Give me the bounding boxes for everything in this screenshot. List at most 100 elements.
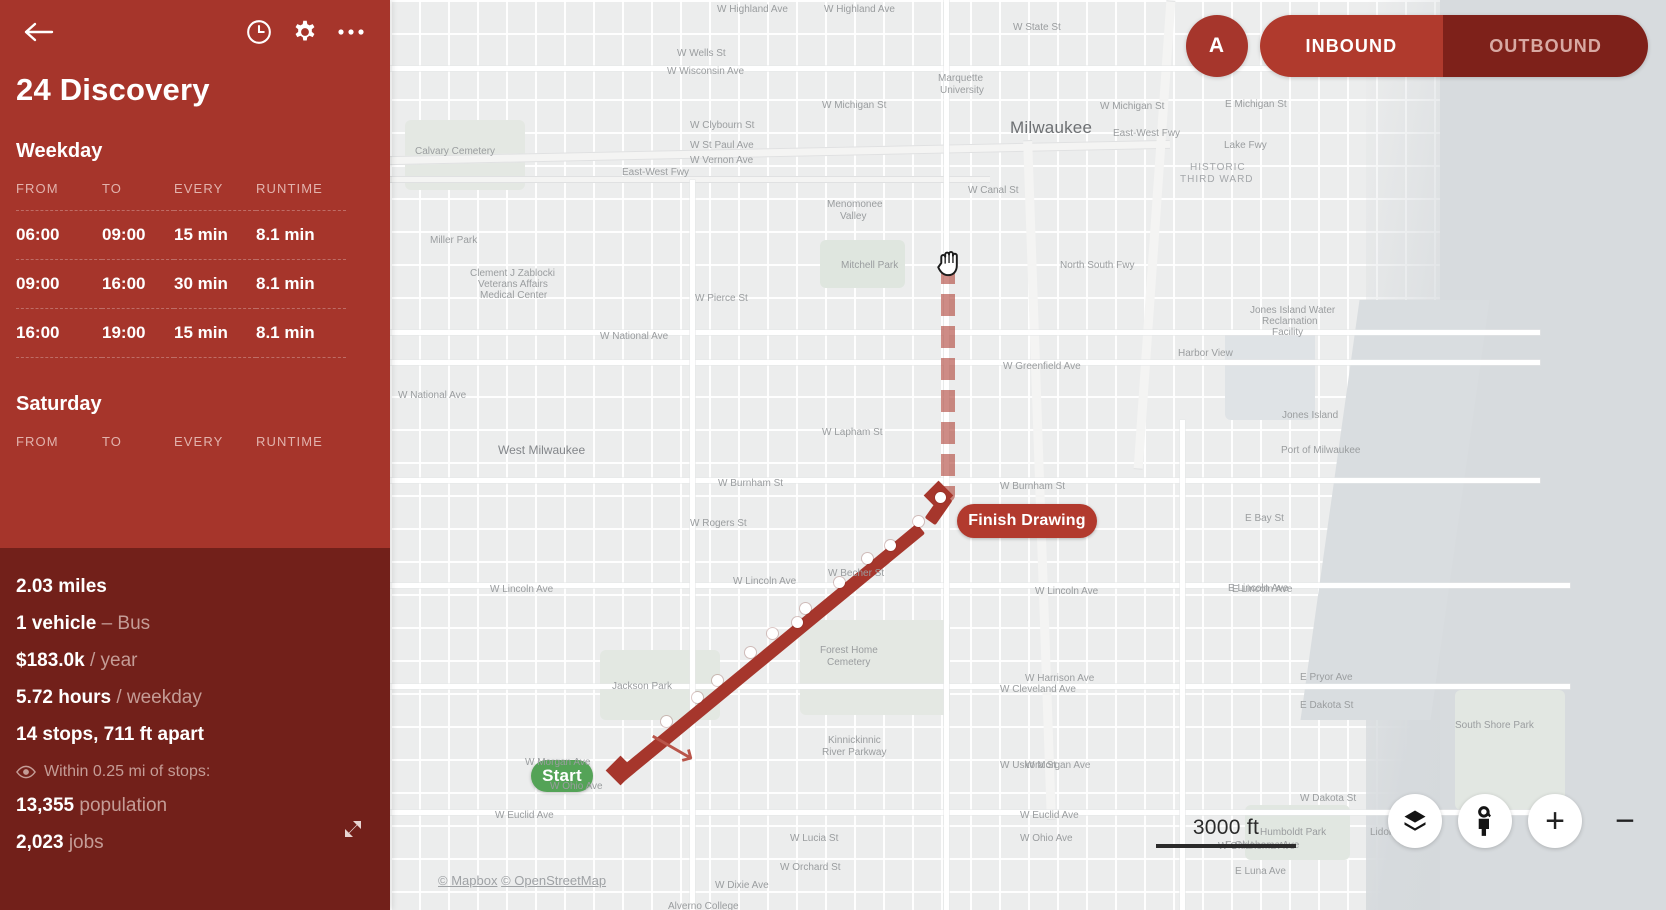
map-place-label: Clement J Zablocki xyxy=(470,268,556,279)
map-place-label: E Bay St xyxy=(1245,513,1284,524)
stat-vehicles-value: 1 vehicle xyxy=(16,613,97,634)
settings-button[interactable] xyxy=(282,9,328,55)
route-stop-marker[interactable] xyxy=(885,540,896,551)
route-stop-marker[interactable] xyxy=(712,675,723,686)
schedule-row-divider xyxy=(16,357,346,359)
schedule-groups: Weekday FROM TO EVERY RUNTIME 06:00 09:00 15 mi… xyxy=(16,108,374,463)
layers-icon xyxy=(1404,810,1426,831)
map-park-area xyxy=(820,240,905,288)
schedule-row[interactable]: 16:00 19:00 15 min 8.1 min xyxy=(16,308,346,358)
back-button[interactable] xyxy=(16,9,62,55)
map-place-label: W Michigan St xyxy=(822,100,887,111)
finish-drawing-button[interactable]: Finish Drawing xyxy=(957,504,1097,538)
stat-cost: $183.0k / year xyxy=(16,642,374,679)
map-place-label: W Orchard St xyxy=(780,862,841,873)
map-place-label: W Rogers St xyxy=(690,518,747,529)
schedule-group-title: Saturday xyxy=(16,392,102,415)
more-options-button[interactable] xyxy=(328,9,374,55)
street-view-button[interactable] xyxy=(1458,794,1512,848)
map-place-label: W Clybourn St xyxy=(690,120,755,131)
pattern-badge-a[interactable]: A xyxy=(1185,15,1248,77)
schedule-scroll-region[interactable]: Weekday FROM TO EVERY RUNTIME 06:00 09:00 15 mi… xyxy=(0,108,390,548)
map-place-label: E Luna Ave xyxy=(1235,866,1286,877)
transit-route-editor-app: ⟶ Start Finish Drawing Milwaukee West Mil… xyxy=(0,0,1666,910)
route-stop-marker[interactable] xyxy=(913,516,924,527)
stat-cost-value: $183.0k xyxy=(16,650,85,671)
map-attribution: © Mapbox © OpenStreetMap xyxy=(438,873,606,888)
zoom-out-button[interactable]: − xyxy=(1598,794,1652,848)
map-place-label: W Wells St xyxy=(677,48,726,59)
stat-stops: 14 stops, 711 ft apart xyxy=(16,716,374,753)
map-arterial-road xyxy=(390,684,1570,689)
map-place-label: W National Ave xyxy=(398,390,467,401)
stat-population: 13,355 population xyxy=(16,787,374,824)
schedule-history-button[interactable] xyxy=(236,9,282,55)
stat-population-label: population xyxy=(79,795,168,816)
coverage-toggle[interactable]: Within 0.25 mi of stops: xyxy=(16,753,374,787)
direction-toggle: INBOUND OUTBOUND xyxy=(1259,15,1648,77)
schedule-column-header: TO xyxy=(102,181,123,196)
route-stop-marker[interactable] xyxy=(745,647,756,658)
schedule-cell: 09:00 xyxy=(16,259,102,309)
map-place-label: W Harrison Ave xyxy=(1025,673,1095,684)
zoom-in-icon: + xyxy=(1545,802,1565,840)
arrow-left-icon xyxy=(24,22,54,42)
map-place-label: W Highland Ave xyxy=(717,4,788,15)
schedule-column-header: FROM xyxy=(16,181,59,196)
street-view-pegman-icon xyxy=(1478,806,1492,836)
tab-outbound[interactable]: OUTBOUND xyxy=(1443,15,1648,77)
route-stop-marker[interactable] xyxy=(834,577,845,588)
zoom-in-button[interactable]: + xyxy=(1528,794,1582,848)
schedule-row[interactable]: 09:00 16:00 30 min 8.1 min xyxy=(16,259,346,309)
stat-hours-suffix: / weekday xyxy=(116,687,202,708)
map-place-label: Reclamation xyxy=(1262,316,1318,327)
schedule-cell: 16:00 xyxy=(16,308,102,358)
more-horizontal-icon xyxy=(338,29,364,35)
tab-inbound[interactable]: INBOUND xyxy=(1259,15,1444,77)
map-place-label: Veterans Affairs xyxy=(478,279,548,290)
direction-toggle-group: A INBOUND OUTBOUND xyxy=(1185,13,1648,79)
route-stop-marker[interactable] xyxy=(661,716,672,727)
map-place-label: W Pierce St xyxy=(695,293,748,304)
map-place-label: Kinnickinnic xyxy=(828,735,881,746)
route-stop-marker[interactable] xyxy=(692,692,703,703)
stat-hours: 5.72 hours / weekday xyxy=(16,679,374,716)
schedule-row[interactable]: 06:00 09:00 15 min 8.1 min xyxy=(16,210,346,260)
map-park-area xyxy=(1225,330,1315,420)
mapbox-attribution-link[interactable]: © Mapbox xyxy=(438,873,497,888)
map-place-label: River Parkway xyxy=(822,747,887,758)
map-arterial-road xyxy=(690,180,695,910)
map-place-label: Lake Fwy xyxy=(1224,140,1267,151)
stat-jobs: 2,023 jobs xyxy=(16,824,374,861)
route-sidebar: 24 Discovery Weekday FROM TO EVERY RUNTIME 06… xyxy=(0,0,390,910)
route-start-badge[interactable]: Start xyxy=(531,760,593,792)
map-place-label: W Michigan St xyxy=(1100,101,1165,112)
stat-jobs-value: 2,023 xyxy=(16,832,64,853)
schedule-group-title: Weekday xyxy=(16,140,103,162)
map-park-area xyxy=(800,620,950,715)
map-place-label: W Morgan Ave xyxy=(1025,760,1091,771)
stat-cost-suffix: / year xyxy=(89,650,138,671)
schedule-cell: 8.1 min xyxy=(256,210,346,260)
map-place-label: West Milwaukee xyxy=(498,443,586,457)
route-stop-marker[interactable] xyxy=(800,603,811,614)
map-place-label: W Highland Ave xyxy=(824,4,895,15)
resize-handle-icon[interactable] xyxy=(344,820,362,838)
stat-distance: 2.03 miles xyxy=(16,568,374,605)
schedule-table: FROM TO EVERY RUNTIME xyxy=(16,434,346,463)
schedule-column-header: RUNTIME xyxy=(256,433,323,449)
map-scale-bar: 3000 ft xyxy=(1156,816,1296,848)
map-arterial-road xyxy=(390,360,1540,365)
schedule-column-header: TO xyxy=(102,433,123,449)
route-stop-marker[interactable] xyxy=(935,492,946,503)
schedule-cell: 30 min xyxy=(174,259,256,309)
route-stop-marker[interactable] xyxy=(792,617,803,628)
map-place-label: W State St xyxy=(1013,22,1061,33)
sidebar-header: 24 Discovery xyxy=(0,0,390,108)
openstreetmap-attribution-link[interactable]: © OpenStreetMap xyxy=(501,873,606,888)
map-layers-button[interactable] xyxy=(1388,794,1442,848)
route-stop-marker[interactable] xyxy=(767,628,778,639)
schedule-cell: 15 min xyxy=(174,210,256,260)
route-stop-marker[interactable] xyxy=(862,553,873,564)
map-place-label: Miller Park xyxy=(430,235,478,246)
